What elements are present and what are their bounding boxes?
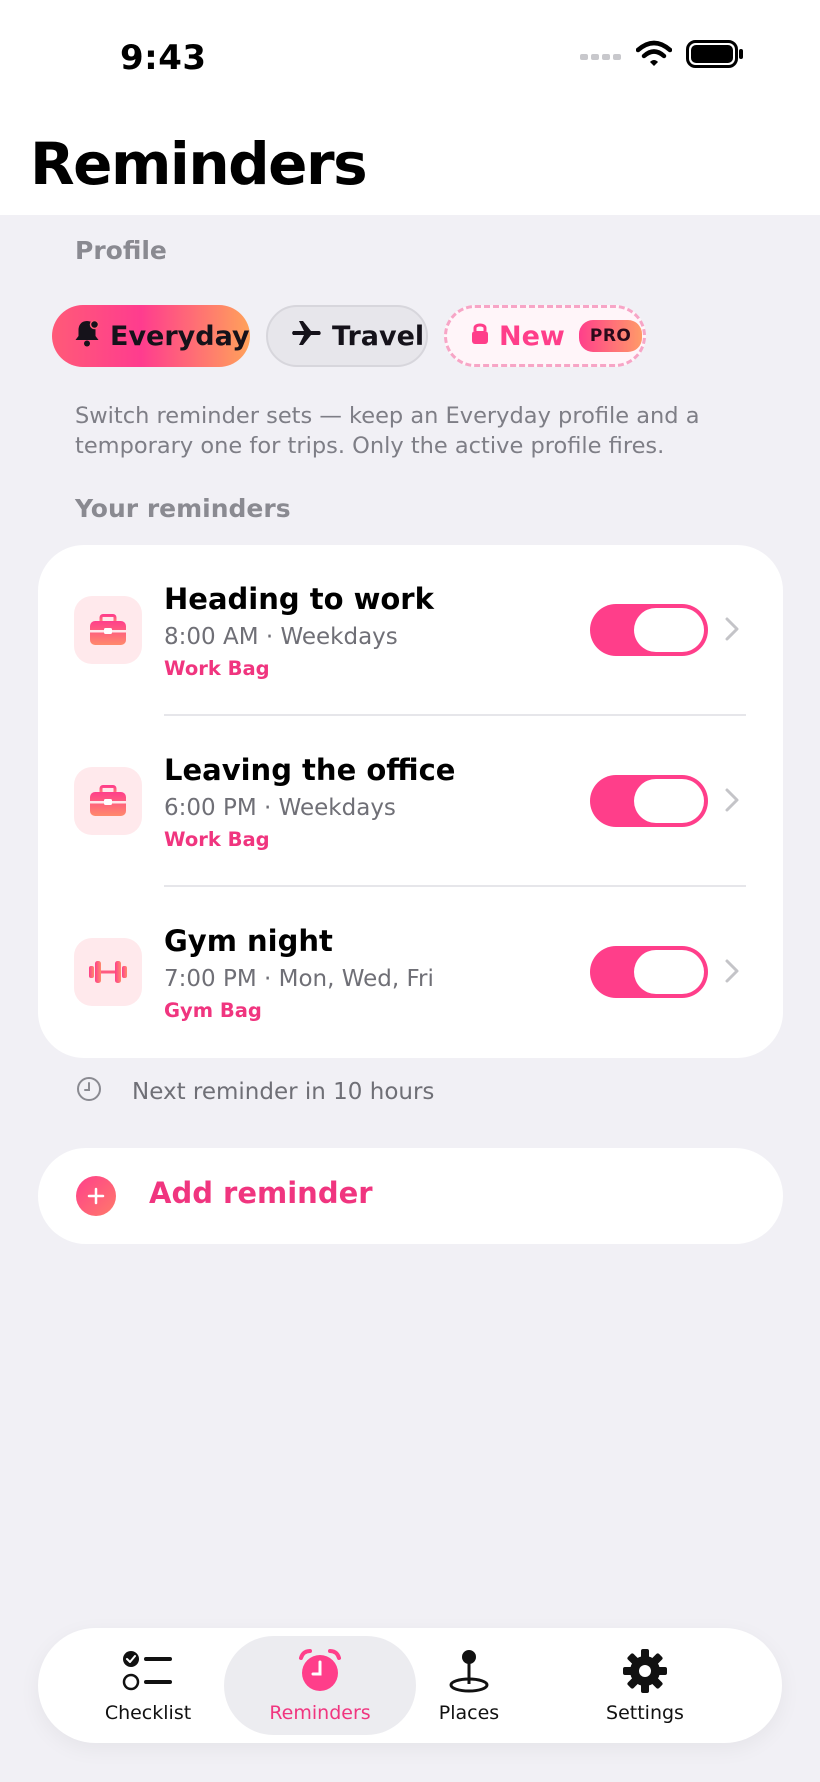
chevron-right-icon bbox=[724, 787, 740, 817]
tab-places[interactable]: Places bbox=[399, 1636, 539, 1735]
reminder-schedule: 6:00 PM · Weekdays bbox=[164, 795, 396, 821]
lock-icon bbox=[471, 321, 489, 352]
chevron-right-icon bbox=[724, 616, 740, 646]
reminder-bag: Work Bag bbox=[164, 657, 270, 680]
airplane-icon bbox=[292, 320, 322, 353]
status-time: 9:43 bbox=[120, 38, 207, 78]
add-reminder-button[interactable]: Add reminder bbox=[38, 1148, 783, 1244]
reminder-row[interactable]: Heading to work 8:00 AM · Weekdays Work … bbox=[38, 545, 783, 716]
cellular-signal-icon bbox=[580, 47, 622, 66]
checklist-icon bbox=[122, 1648, 174, 1698]
reminder-title: Leaving the office bbox=[164, 753, 456, 787]
dumbbell-icon bbox=[74, 938, 142, 1006]
map-pin-icon bbox=[446, 1648, 492, 1698]
tab-label: Settings bbox=[606, 1702, 684, 1724]
battery-icon bbox=[686, 40, 744, 72]
reminder-toggle[interactable] bbox=[590, 775, 708, 827]
reminders-section-label: Your reminders bbox=[75, 494, 291, 523]
page-title: Reminders bbox=[30, 130, 368, 198]
toggle-knob bbox=[634, 608, 704, 652]
tab-label: Checklist bbox=[104, 1702, 192, 1724]
plus-icon bbox=[76, 1176, 116, 1216]
tab-settings[interactable]: Settings bbox=[575, 1636, 715, 1735]
header-area: 9:43 Reminders bbox=[0, 0, 820, 215]
alarm-clock-icon bbox=[297, 1648, 343, 1698]
reminders-list-card: Heading to work 8:00 AM · Weekdays Work … bbox=[38, 545, 783, 1058]
tab-reminders[interactable]: Reminders bbox=[224, 1636, 416, 1735]
profile-chip-label: Travel bbox=[332, 320, 425, 352]
reminder-schedule: 7:00 PM · Mon, Wed, Fri bbox=[164, 966, 434, 992]
reminder-toggle[interactable] bbox=[590, 604, 708, 656]
next-reminder-text: Next reminder in 10 hours bbox=[132, 1079, 435, 1105]
next-reminder-info: Next reminder in 10 hours bbox=[76, 1076, 434, 1108]
briefcase-icon bbox=[74, 596, 142, 664]
profile-chip-new[interactable]: New PRO bbox=[444, 305, 646, 367]
profile-chip-label: Everyday bbox=[110, 320, 250, 352]
tab-bar: Checklist Reminders Places Settings bbox=[38, 1628, 782, 1743]
gear-icon bbox=[622, 1648, 668, 1698]
chevron-right-icon bbox=[724, 958, 740, 988]
tab-checklist[interactable]: Checklist bbox=[78, 1636, 218, 1735]
bell-icon bbox=[74, 319, 100, 354]
add-reminder-label: Add reminder bbox=[149, 1176, 373, 1210]
profile-chip-everyday[interactable]: Everyday bbox=[52, 305, 250, 367]
reminder-bag: Gym Bag bbox=[164, 999, 262, 1022]
toggle-knob bbox=[634, 950, 704, 994]
reminder-bag: Work Bag bbox=[164, 828, 270, 851]
tab-label: Reminders bbox=[269, 1702, 371, 1724]
profile-helper-text: Switch reminder sets — keep an Everyday … bbox=[75, 403, 700, 459]
clock-icon bbox=[76, 1076, 102, 1108]
pro-badge: PRO bbox=[578, 320, 643, 352]
reminder-schedule: 8:00 AM · Weekdays bbox=[164, 624, 398, 650]
profile-section-label: Profile bbox=[75, 236, 167, 265]
profile-chips: Everyday Travel New PRO bbox=[52, 305, 646, 367]
toggle-knob bbox=[634, 779, 704, 823]
reminder-toggle[interactable] bbox=[590, 946, 708, 998]
reminder-title: Gym night bbox=[164, 924, 333, 958]
profile-chip-label: New bbox=[499, 320, 565, 352]
reminder-title: Heading to work bbox=[164, 582, 434, 616]
reminder-row[interactable]: Leaving the office 6:00 PM · Weekdays Wo… bbox=[38, 716, 783, 887]
tab-label: Places bbox=[438, 1702, 500, 1724]
profile-chip-travel[interactable]: Travel bbox=[266, 305, 428, 367]
wifi-icon bbox=[635, 40, 673, 72]
status-icons bbox=[580, 40, 744, 72]
reminder-row[interactable]: Gym night 7:00 PM · Mon, Wed, Fri Gym Ba… bbox=[38, 887, 783, 1058]
briefcase-icon bbox=[74, 767, 142, 835]
